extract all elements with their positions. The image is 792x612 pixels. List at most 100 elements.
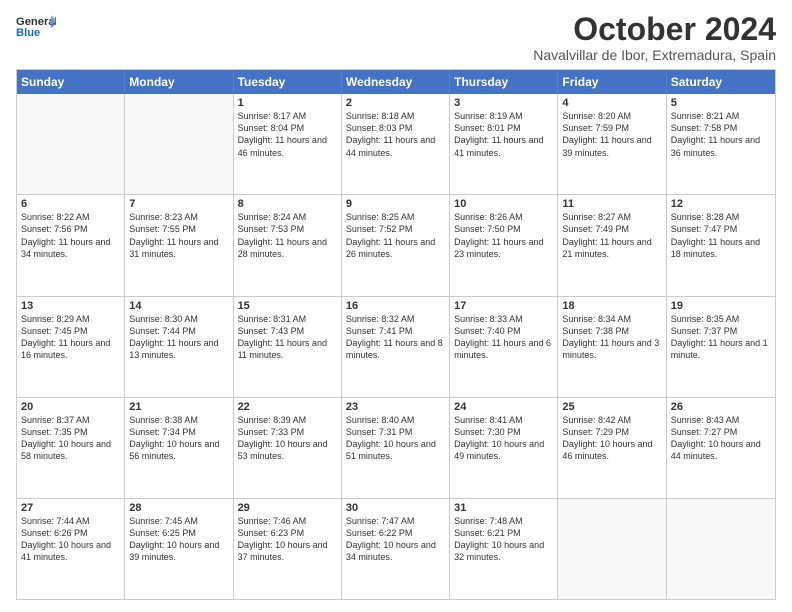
day-number: 3 [454, 97, 553, 109]
cell-info: Sunrise: 8:23 AM Sunset: 7:55 PM Dayligh… [129, 211, 228, 260]
table-row: 21Sunrise: 8:38 AM Sunset: 7:34 PM Dayli… [125, 398, 233, 498]
table-row: 20Sunrise: 8:37 AM Sunset: 7:35 PM Dayli… [17, 398, 125, 498]
cell-info: Sunrise: 8:43 AM Sunset: 7:27 PM Dayligh… [671, 414, 771, 463]
day-number: 26 [671, 401, 771, 413]
cell-info: Sunrise: 8:21 AM Sunset: 7:58 PM Dayligh… [671, 110, 771, 159]
cell-info: Sunrise: 8:30 AM Sunset: 7:44 PM Dayligh… [129, 313, 228, 362]
table-row: 2Sunrise: 8:18 AM Sunset: 8:03 PM Daylig… [342, 94, 450, 194]
cell-info: Sunrise: 8:27 AM Sunset: 7:49 PM Dayligh… [562, 211, 661, 260]
day-header-sunday: Sunday [17, 70, 125, 94]
day-number: 11 [562, 198, 661, 210]
cell-info: Sunrise: 8:22 AM Sunset: 7:56 PM Dayligh… [21, 211, 120, 260]
calendar-header: SundayMondayTuesdayWednesdayThursdayFrid… [17, 70, 775, 94]
table-row: 14Sunrise: 8:30 AM Sunset: 7:44 PM Dayli… [125, 297, 233, 397]
day-number: 22 [238, 401, 337, 413]
day-number: 15 [238, 300, 337, 312]
logo-icon: General Blue [16, 12, 56, 44]
calendar-week-3: 13Sunrise: 8:29 AM Sunset: 7:45 PM Dayli… [17, 297, 775, 398]
cell-info: Sunrise: 7:46 AM Sunset: 6:23 PM Dayligh… [238, 515, 337, 564]
cell-info: Sunrise: 8:32 AM Sunset: 7:41 PM Dayligh… [346, 313, 445, 362]
cell-info: Sunrise: 8:24 AM Sunset: 7:53 PM Dayligh… [238, 211, 337, 260]
day-number: 8 [238, 198, 337, 210]
calendar-week-2: 6Sunrise: 8:22 AM Sunset: 7:56 PM Daylig… [17, 195, 775, 296]
table-row: 22Sunrise: 8:39 AM Sunset: 7:33 PM Dayli… [234, 398, 342, 498]
cell-info: Sunrise: 8:31 AM Sunset: 7:43 PM Dayligh… [238, 313, 337, 362]
table-row: 25Sunrise: 8:42 AM Sunset: 7:29 PM Dayli… [558, 398, 666, 498]
cell-info: Sunrise: 7:44 AM Sunset: 6:26 PM Dayligh… [21, 515, 120, 564]
table-row: 28Sunrise: 7:45 AM Sunset: 6:25 PM Dayli… [125, 499, 233, 599]
day-number: 25 [562, 401, 661, 413]
table-row: 27Sunrise: 7:44 AM Sunset: 6:26 PM Dayli… [17, 499, 125, 599]
cell-info: Sunrise: 8:37 AM Sunset: 7:35 PM Dayligh… [21, 414, 120, 463]
day-number: 14 [129, 300, 228, 312]
svg-text:General: General [16, 16, 56, 28]
table-row: 1Sunrise: 8:17 AM Sunset: 8:04 PM Daylig… [234, 94, 342, 194]
day-number: 12 [671, 198, 771, 210]
table-row: 31Sunrise: 7:48 AM Sunset: 6:21 PM Dayli… [450, 499, 558, 599]
day-number: 21 [129, 401, 228, 413]
cell-info: Sunrise: 8:25 AM Sunset: 7:52 PM Dayligh… [346, 211, 445, 260]
day-header-saturday: Saturday [667, 70, 775, 94]
calendar: SundayMondayTuesdayWednesdayThursdayFrid… [16, 69, 776, 600]
day-number: 5 [671, 97, 771, 109]
calendar-title: October 2024 [533, 12, 776, 47]
calendar-week-1: 1Sunrise: 8:17 AM Sunset: 8:04 PM Daylig… [17, 94, 775, 195]
day-number: 4 [562, 97, 661, 109]
table-row: 29Sunrise: 7:46 AM Sunset: 6:23 PM Dayli… [234, 499, 342, 599]
calendar-week-5: 27Sunrise: 7:44 AM Sunset: 6:26 PM Dayli… [17, 499, 775, 599]
day-number: 19 [671, 300, 771, 312]
table-row: 3Sunrise: 8:19 AM Sunset: 8:01 PM Daylig… [450, 94, 558, 194]
table-row: 4Sunrise: 8:20 AM Sunset: 7:59 PM Daylig… [558, 94, 666, 194]
day-number: 16 [346, 300, 445, 312]
table-row: 17Sunrise: 8:33 AM Sunset: 7:40 PM Dayli… [450, 297, 558, 397]
table-row: 23Sunrise: 8:40 AM Sunset: 7:31 PM Dayli… [342, 398, 450, 498]
day-number: 29 [238, 502, 337, 514]
table-row [558, 499, 666, 599]
day-header-monday: Monday [125, 70, 233, 94]
cell-info: Sunrise: 7:45 AM Sunset: 6:25 PM Dayligh… [129, 515, 228, 564]
cell-info: Sunrise: 8:34 AM Sunset: 7:38 PM Dayligh… [562, 313, 661, 362]
table-row: 9Sunrise: 8:25 AM Sunset: 7:52 PM Daylig… [342, 195, 450, 295]
day-header-friday: Friday [558, 70, 666, 94]
table-row [125, 94, 233, 194]
table-row: 10Sunrise: 8:26 AM Sunset: 7:50 PM Dayli… [450, 195, 558, 295]
day-number: 2 [346, 97, 445, 109]
table-row: 16Sunrise: 8:32 AM Sunset: 7:41 PM Dayli… [342, 297, 450, 397]
table-row: 30Sunrise: 7:47 AM Sunset: 6:22 PM Dayli… [342, 499, 450, 599]
page: General Blue October 2024 Navalvillar de… [0, 0, 792, 612]
day-number: 1 [238, 97, 337, 109]
cell-info: Sunrise: 8:29 AM Sunset: 7:45 PM Dayligh… [21, 313, 120, 362]
day-header-wednesday: Wednesday [342, 70, 450, 94]
calendar-week-4: 20Sunrise: 8:37 AM Sunset: 7:35 PM Dayli… [17, 398, 775, 499]
table-row: 12Sunrise: 8:28 AM Sunset: 7:47 PM Dayli… [667, 195, 775, 295]
day-number: 31 [454, 502, 553, 514]
table-row: 7Sunrise: 8:23 AM Sunset: 7:55 PM Daylig… [125, 195, 233, 295]
cell-info: Sunrise: 8:26 AM Sunset: 7:50 PM Dayligh… [454, 211, 553, 260]
cell-info: Sunrise: 8:38 AM Sunset: 7:34 PM Dayligh… [129, 414, 228, 463]
table-row: 13Sunrise: 8:29 AM Sunset: 7:45 PM Dayli… [17, 297, 125, 397]
table-row: 5Sunrise: 8:21 AM Sunset: 7:58 PM Daylig… [667, 94, 775, 194]
day-number: 30 [346, 502, 445, 514]
table-row: 8Sunrise: 8:24 AM Sunset: 7:53 PM Daylig… [234, 195, 342, 295]
cell-info: Sunrise: 8:18 AM Sunset: 8:03 PM Dayligh… [346, 110, 445, 159]
table-row: 19Sunrise: 8:35 AM Sunset: 7:37 PM Dayli… [667, 297, 775, 397]
header: General Blue October 2024 Navalvillar de… [16, 12, 776, 63]
cell-info: Sunrise: 8:39 AM Sunset: 7:33 PM Dayligh… [238, 414, 337, 463]
day-number: 7 [129, 198, 228, 210]
calendar-body: 1Sunrise: 8:17 AM Sunset: 8:04 PM Daylig… [17, 94, 775, 599]
table-row: 6Sunrise: 8:22 AM Sunset: 7:56 PM Daylig… [17, 195, 125, 295]
day-number: 6 [21, 198, 120, 210]
day-number: 23 [346, 401, 445, 413]
cell-info: Sunrise: 8:42 AM Sunset: 7:29 PM Dayligh… [562, 414, 661, 463]
table-row [667, 499, 775, 599]
cell-info: Sunrise: 8:35 AM Sunset: 7:37 PM Dayligh… [671, 313, 771, 362]
cell-info: Sunrise: 8:19 AM Sunset: 8:01 PM Dayligh… [454, 110, 553, 159]
table-row: 15Sunrise: 8:31 AM Sunset: 7:43 PM Dayli… [234, 297, 342, 397]
table-row: 11Sunrise: 8:27 AM Sunset: 7:49 PM Dayli… [558, 195, 666, 295]
title-block: October 2024 Navalvillar de Ibor, Extrem… [533, 12, 776, 63]
day-number: 10 [454, 198, 553, 210]
day-header-thursday: Thursday [450, 70, 558, 94]
day-number: 13 [21, 300, 120, 312]
cell-info: Sunrise: 8:28 AM Sunset: 7:47 PM Dayligh… [671, 211, 771, 260]
day-number: 17 [454, 300, 553, 312]
